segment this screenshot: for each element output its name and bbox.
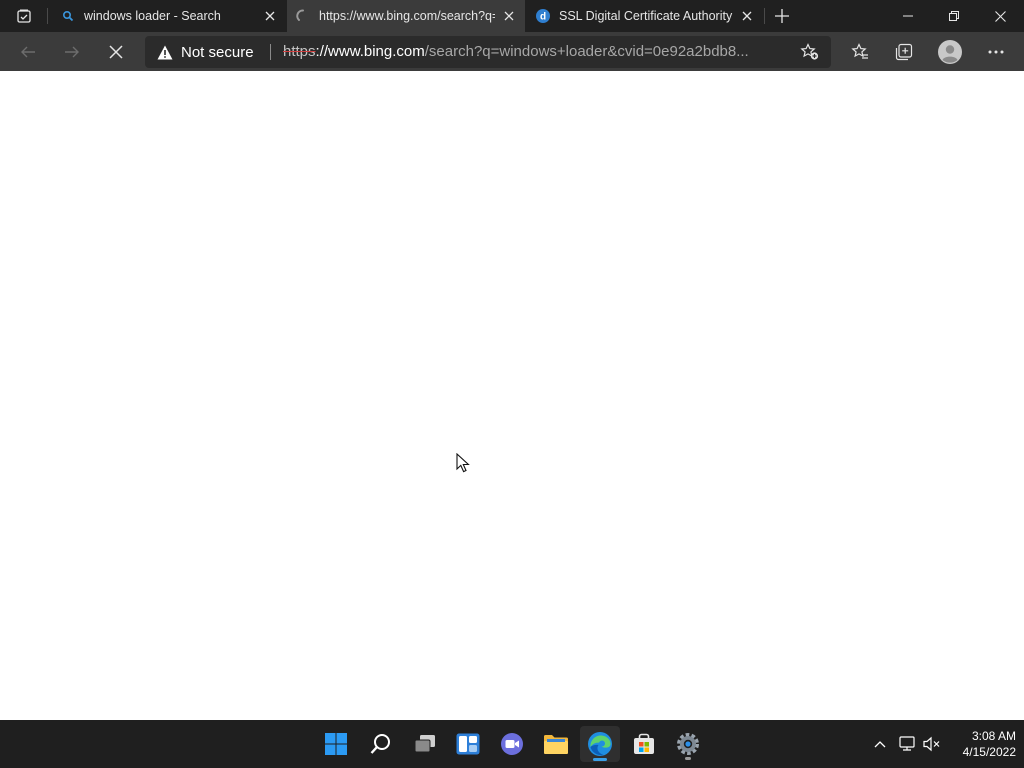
- tab-divider: [47, 8, 48, 24]
- network-button[interactable]: [896, 732, 920, 756]
- arrow-left-icon: [21, 46, 35, 58]
- url-scheme: https: [283, 43, 316, 60]
- restore-icon: [949, 11, 959, 21]
- settings-button[interactable]: [668, 726, 708, 762]
- network-icon: [899, 736, 915, 751]
- tab-divider: [764, 8, 765, 24]
- file-explorer-button[interactable]: [536, 726, 576, 762]
- chevron-up-icon: [874, 741, 886, 748]
- collections-icon: [895, 43, 913, 61]
- minimize-button[interactable]: [885, 0, 931, 32]
- favorites-star-icon: [851, 43, 868, 59]
- url-text[interactable]: https://www.bing.com/search?q=windows+lo…: [283, 36, 793, 68]
- widgets-icon: [456, 733, 480, 755]
- clock-date: 4/15/2022: [962, 745, 1016, 759]
- not-secure-label: Not secure: [181, 43, 254, 61]
- task-view-icon: [414, 735, 435, 753]
- browser-toolbar: Not secure https://www.bing.com/search?q…: [0, 32, 1024, 71]
- settings-icon: [677, 733, 699, 755]
- tab-actions-icon: [17, 9, 31, 23]
- address-bar[interactable]: Not secure https://www.bing.com/search?q…: [145, 36, 831, 68]
- widgets-button[interactable]: [448, 726, 488, 762]
- edge-button[interactable]: [580, 726, 620, 762]
- tab-windows-loader-search[interactable]: windows loader - Search: [52, 0, 286, 32]
- bing-search-icon: [60, 8, 76, 24]
- tab-ssl-digital-certificate[interactable]: d SSL Digital Certificate Authority -: [527, 0, 763, 32]
- back-button[interactable]: [12, 36, 44, 68]
- chat-icon: [501, 733, 523, 755]
- tab-actions-button[interactable]: [6, 4, 42, 28]
- tab-bing-search-loading[interactable]: https://www.bing.com/search?q=: [287, 0, 525, 32]
- close-tab-icon[interactable]: [739, 8, 755, 24]
- close-icon: [109, 45, 123, 59]
- more-dots-icon: [988, 50, 1004, 54]
- close-window-button[interactable]: [977, 0, 1023, 32]
- settings-more-button[interactable]: [980, 36, 1012, 68]
- start-icon: [325, 733, 347, 755]
- active-app-indicator: [593, 758, 607, 761]
- chat-button[interactable]: [492, 726, 532, 762]
- warning-icon: [157, 45, 173, 59]
- mouse-pointer-icon: [456, 453, 470, 473]
- tab-title: https://www.bing.com/search?q=: [319, 9, 495, 23]
- favorites-button[interactable]: [844, 36, 876, 68]
- profile-button[interactable]: [934, 36, 966, 68]
- address-divider: [270, 44, 271, 60]
- add-favorite-button[interactable]: [799, 42, 821, 62]
- store-button[interactable]: [624, 726, 664, 762]
- arrow-right-icon: [65, 46, 79, 58]
- plus-icon: [775, 9, 789, 23]
- stop-loading-button[interactable]: [100, 36, 132, 68]
- url-path: /search?q=windows+loader&cvid=0e92a2bdb8…: [424, 43, 749, 60]
- clock-time: 3:08 AM: [971, 729, 1016, 743]
- taskbar: 3:08 AM 4/15/2022: [0, 720, 1024, 768]
- collections-button[interactable]: [888, 36, 920, 68]
- edge-icon: [588, 732, 612, 756]
- show-hidden-icons-button[interactable]: [868, 732, 892, 756]
- url-host: ://www.bing.com: [315, 43, 425, 60]
- avatar-icon: [938, 40, 962, 64]
- site-info-button[interactable]: Not secure: [157, 36, 254, 68]
- close-tab-icon[interactable]: [501, 8, 517, 24]
- store-icon: [634, 733, 654, 754]
- close-tab-icon[interactable]: [262, 8, 278, 24]
- search-button[interactable]: [361, 726, 401, 762]
- new-tab-button[interactable]: [770, 4, 794, 28]
- loading-spinner-icon: [295, 8, 311, 24]
- tab-title: windows loader - Search: [84, 9, 221, 23]
- tab-strip: windows loader - Search https://www.bing…: [0, 0, 1024, 32]
- star-add-icon: [800, 43, 819, 60]
- taskbar-clock[interactable]: 3:08 AM 4/15/2022: [948, 728, 1016, 760]
- minimize-icon: [903, 15, 913, 17]
- restore-button[interactable]: [931, 0, 977, 32]
- file-explorer-icon: [544, 735, 568, 754]
- tab-title: SSL Digital Certificate Authority -: [559, 9, 733, 23]
- forward-button[interactable]: [56, 36, 88, 68]
- svg-text:d: d: [540, 12, 546, 23]
- digicert-d-icon: d: [535, 8, 551, 24]
- search-icon: [370, 734, 390, 754]
- close-icon: [994, 10, 1006, 22]
- page-viewport[interactable]: [0, 71, 1024, 720]
- volume-muted-icon: [923, 736, 940, 752]
- volume-button[interactable]: [920, 732, 944, 756]
- running-app-indicator: [685, 757, 691, 760]
- start-button[interactable]: [316, 726, 356, 762]
- task-view-button[interactable]: [405, 726, 445, 762]
